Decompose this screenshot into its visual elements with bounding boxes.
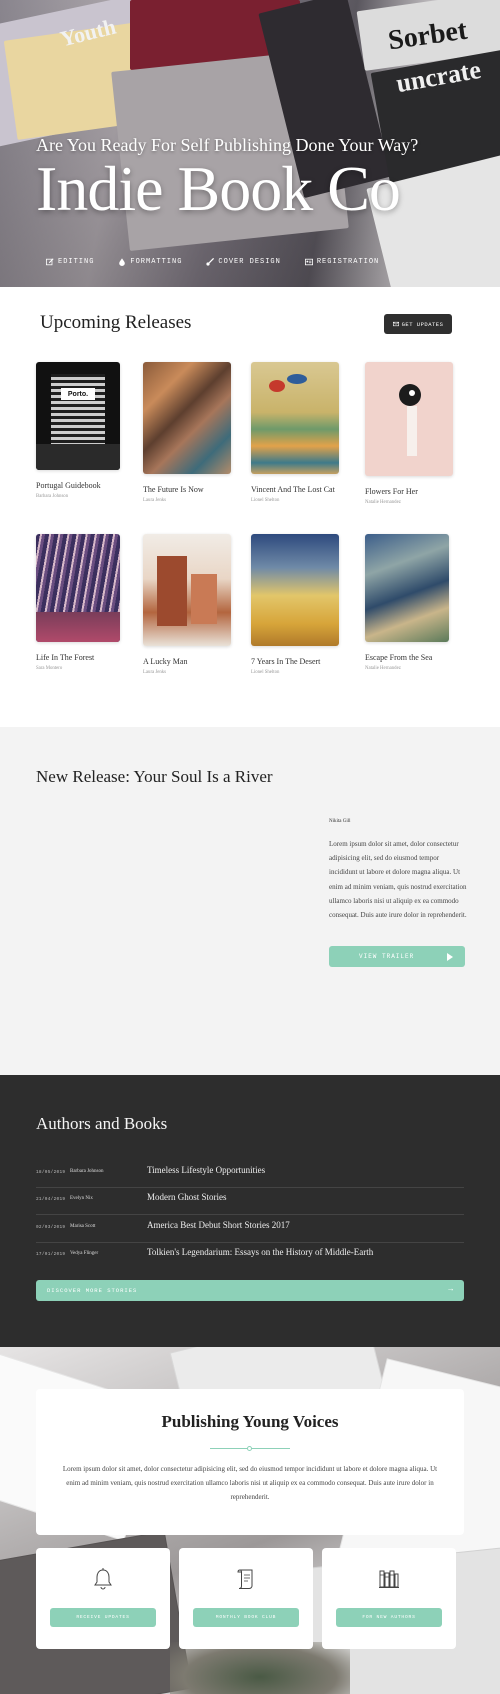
book-cover: Porto. [36,362,120,470]
brush-icon [206,258,215,266]
book-title: 7 Years In The Desert [251,657,321,666]
book-cover [251,534,339,646]
feature-card: RECEIVE UPDATES [36,1548,170,1649]
book-card[interactable]: The Future Is Now Laura Jenks [143,362,233,503]
site-title: Indie Book Co [36,153,401,224]
publishing-description: Lorem ipsum dolor sit amet, dolor consec… [62,1465,438,1501]
nav-registration[interactable]: REGISTRATION [304,258,380,266]
envelope-icon [392,321,399,327]
book-author: Sara Montero [36,666,63,671]
row-author: Marisa Scott [70,1224,96,1229]
row-book: America Best Debut Short Stories 2017 [147,1220,290,1230]
feature-card: MONTHLY BOOK CLUB [179,1548,313,1649]
view-trailer-button[interactable]: VIEW TRAILER [329,946,465,967]
book-author: Natalie Hernandez [365,500,401,505]
bell-icon [94,1568,112,1590]
nav-label: EDITING [58,258,95,266]
feature-card: FOR NEW AUTHORS [322,1548,456,1649]
book-cover [143,534,231,646]
row-book: Timeless Lifestyle Opportunities [147,1165,266,1175]
book-author: Laura Jenks [143,670,167,675]
book-card[interactable]: A Lucky Man Laura Jenks [143,534,233,675]
nav-label: COVER DESIGN [218,258,281,266]
books-icon [379,1570,399,1588]
book-author: Lionel Shelton [251,498,280,503]
id-card-icon [304,258,313,266]
book-card[interactable]: Vincent And The Lost Cat Lionel Shelton [251,362,341,503]
book-title: Portugal Guidebook [36,481,101,490]
section-heading: Publishing Young Voices [161,1412,339,1431]
book-cover [251,362,339,474]
discover-label: DISCOVER MORE STORIES [47,1287,138,1294]
publishing-section: Publishing Young Voices Lorem ipsum dolo… [0,1347,500,1694]
row-book: Modern Ghost Stories [147,1192,227,1202]
section-heading: Authors and Books [36,1114,168,1133]
book-cover [36,534,120,642]
book-author: Lionel Shelton [251,670,280,675]
row-author: Barbara Johnson [70,1169,104,1174]
hero-nav: EDITING FORMATTING COVER DESIGN REGISTRA… [46,258,379,266]
author-row[interactable]: 17/01/2019 Vedya Flinger Tolkien's Legen… [36,1243,464,1270]
row-author: Evelyn Nix [70,1196,93,1201]
book-title: Life In The Forest [36,653,95,662]
get-updates-label: GET UPDATES [401,320,444,328]
background-plant [170,1642,350,1694]
new-release-section: New Release: Your Soul Is a River Nikita… [0,727,500,1075]
author-row[interactable]: 02/03/2019 Marisa Scott America Best Deb… [36,1216,464,1243]
row-date: 21/04/2019 [36,1197,66,1202]
book-author: Barbara Johnson [36,494,69,499]
author-row[interactable]: 21/04/2019 Evelyn Nix Modern Ghost Stori… [36,1188,464,1215]
book-title: The Future Is Now [143,485,204,494]
book-title: Vincent And The Lost Cat [251,485,335,494]
row-date: 18/05/2019 [36,1170,66,1175]
nav-editing[interactable]: EDITING [46,258,94,266]
section-heading: New Release: Your Soul Is a River [36,767,273,786]
view-trailer-label: VIEW TRAILER [359,953,415,960]
publishing-card: Publishing Young Voices Lorem ipsum dolo… [36,1389,464,1535]
row-date: 02/03/2019 [36,1225,66,1230]
book-cover [365,362,453,476]
row-date: 17/01/2019 [36,1252,66,1257]
book-author: Natalie Hernandez [365,666,401,671]
play-icon [447,953,453,961]
monthly-book-club-button[interactable]: MONTHLY BOOK CLUB [193,1608,299,1627]
book-card[interactable]: Escape From the Sea Natalie Hernandez [365,534,455,671]
tint-icon [119,258,126,266]
book-title: Flowers For Her [365,487,418,496]
authors-books-section: Authors and Books 18/05/2019 Barbara Joh… [0,1075,500,1347]
receive-updates-button[interactable]: RECEIVE UPDATES [50,1608,156,1627]
row-author: Vedya Flinger [70,1251,99,1256]
book-cover [365,534,449,642]
edit-icon [46,258,54,266]
author-row[interactable]: 18/05/2019 Barbara Johnson Timeless Life… [36,1161,464,1188]
get-updates-button[interactable]: GET UPDATES [384,314,452,334]
nav-label: REGISTRATION [316,258,380,266]
release-description: Lorem ipsum dolor sit amet, dolor consec… [329,840,467,920]
book-card[interactable]: Life In The Forest Sara Montero [36,534,126,671]
book-card[interactable]: Flowers For Her Natalie Hernandez [365,362,455,505]
book-card[interactable]: 7 Years In The Desert Lionel Shelton [251,534,341,675]
book-title: A Lucky Man [143,657,188,666]
book-cover [143,362,231,474]
upcoming-releases-section: Upcoming Releases GET UPDATES Porto. Por… [0,287,500,727]
arrow-right-icon: → [448,1285,454,1294]
nav-label: FORMATTING [130,258,183,266]
nav-cover-design[interactable]: COVER DESIGN [206,258,280,266]
discover-more-stories-button[interactable]: DISCOVER MORE STORIES → [36,1280,464,1301]
book-title: Escape From the Sea [365,653,433,662]
divider-dot [247,1446,252,1451]
row-book: Tolkien's Legendarium: Essays on the His… [147,1247,374,1257]
for-new-authors-button[interactable]: FOR NEW AUTHORS [336,1608,442,1627]
scroll-icon [237,1569,253,1589]
release-author: Nikita Gill [329,819,351,824]
nav-formatting[interactable]: FORMATTING [118,258,182,266]
book-card[interactable]: Porto. Portugal Guidebook Barbara Johnso… [36,362,126,499]
book-author: Laura Jenks [143,498,167,503]
hero-banner: Sorbet uncrate Youth Are You Ready For S… [0,0,500,287]
cover-title: Porto. [61,388,95,400]
section-heading: Upcoming Releases [40,312,192,333]
